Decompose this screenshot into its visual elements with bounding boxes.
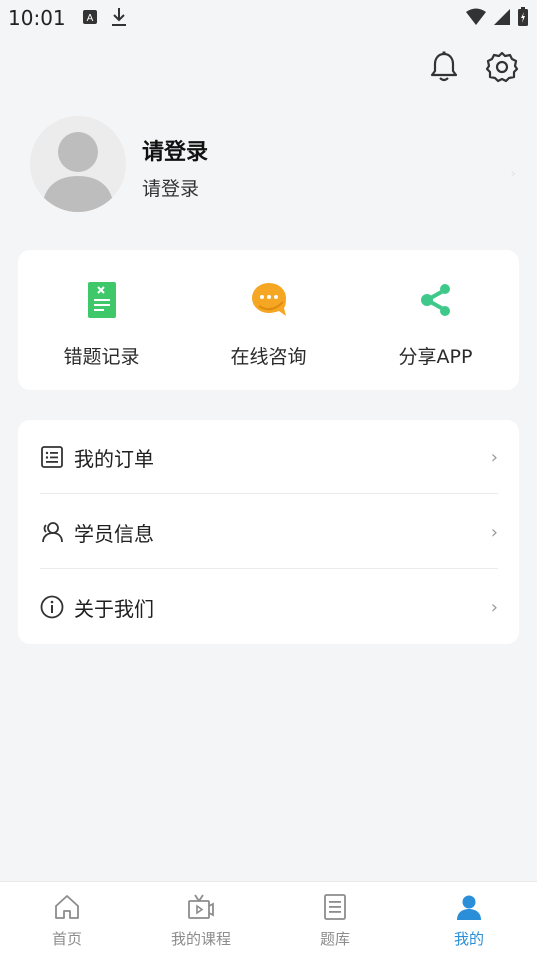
divider [40, 493, 498, 494]
menu-item-orders[interactable]: 我的订单 › [40, 420, 498, 494]
info-icon [40, 595, 64, 619]
menu-item-label: 我的订单 [74, 446, 154, 471]
text-notification-icon: A [82, 9, 98, 29]
user-info-icon [40, 520, 64, 544]
menu-card: 我的订单 › 学员信息 › 关于我们 › [18, 420, 519, 644]
question-bank-icon [268, 892, 402, 922]
person-icon [402, 892, 536, 922]
menu-item-label: 关于我们 [74, 596, 154, 621]
quick-action-share-app[interactable]: 分享APP [352, 280, 519, 369]
tab-label: 题库 [319, 930, 350, 948]
status-bar: 10:01 A [0, 0, 537, 36]
quick-action-label: 分享APP [398, 346, 473, 368]
profile-header[interactable]: 请登录 请登录 › [30, 116, 520, 216]
tab-home[interactable]: 首页 [0, 892, 134, 949]
tab-label: 我的课程 [170, 930, 231, 948]
quick-action-label: 错题记录 [63, 346, 140, 368]
tab-my-courses[interactable]: 我的课程 [134, 892, 268, 949]
top-actions [427, 50, 519, 84]
signal-icon [493, 8, 511, 30]
tab-label: 首页 [51, 930, 82, 948]
quick-action-label: 在线咨询 [230, 346, 307, 368]
battery-icon [517, 7, 529, 31]
gear-icon[interactable] [485, 50, 519, 84]
video-course-icon [134, 892, 268, 922]
menu-item-about-us[interactable]: 关于我们 › [40, 570, 498, 644]
share-icon [352, 280, 519, 320]
quick-action-wrong-questions[interactable]: 错题记录 [18, 280, 185, 369]
menu-item-student-info[interactable]: 学员信息 › [40, 495, 498, 569]
bottom-tab-bar: 首页 我的课程 题库 我的 [0, 881, 537, 957]
divider [40, 568, 498, 569]
menu-item-label: 学员信息 [74, 521, 154, 546]
status-time: 10:01 [8, 6, 66, 30]
tab-label: 我的 [453, 930, 484, 948]
chevron-right-icon: › [510, 166, 516, 182]
chevron-right-icon: › [490, 596, 498, 618]
download-icon [110, 7, 128, 31]
wrong-questions-icon [18, 280, 185, 320]
login-title[interactable]: 请登录 [142, 134, 208, 166]
bell-icon[interactable] [427, 50, 461, 84]
wifi-icon [465, 8, 487, 30]
tab-question-bank[interactable]: 题库 [268, 892, 402, 949]
chevron-right-icon: › [490, 521, 498, 543]
home-icon [0, 892, 134, 922]
avatar[interactable] [30, 116, 126, 212]
chevron-right-icon: › [490, 446, 498, 468]
quick-action-online-consult[interactable]: 在线咨询 [185, 280, 352, 369]
chat-bubble-icon [185, 280, 352, 320]
order-list-icon [40, 445, 64, 469]
svg-text:A: A [87, 13, 94, 24]
tab-mine[interactable]: 我的 [402, 892, 536, 949]
quick-actions-card: 错题记录 在线咨询 分享APP [18, 250, 519, 390]
login-subtitle: 请登录 [142, 178, 200, 200]
